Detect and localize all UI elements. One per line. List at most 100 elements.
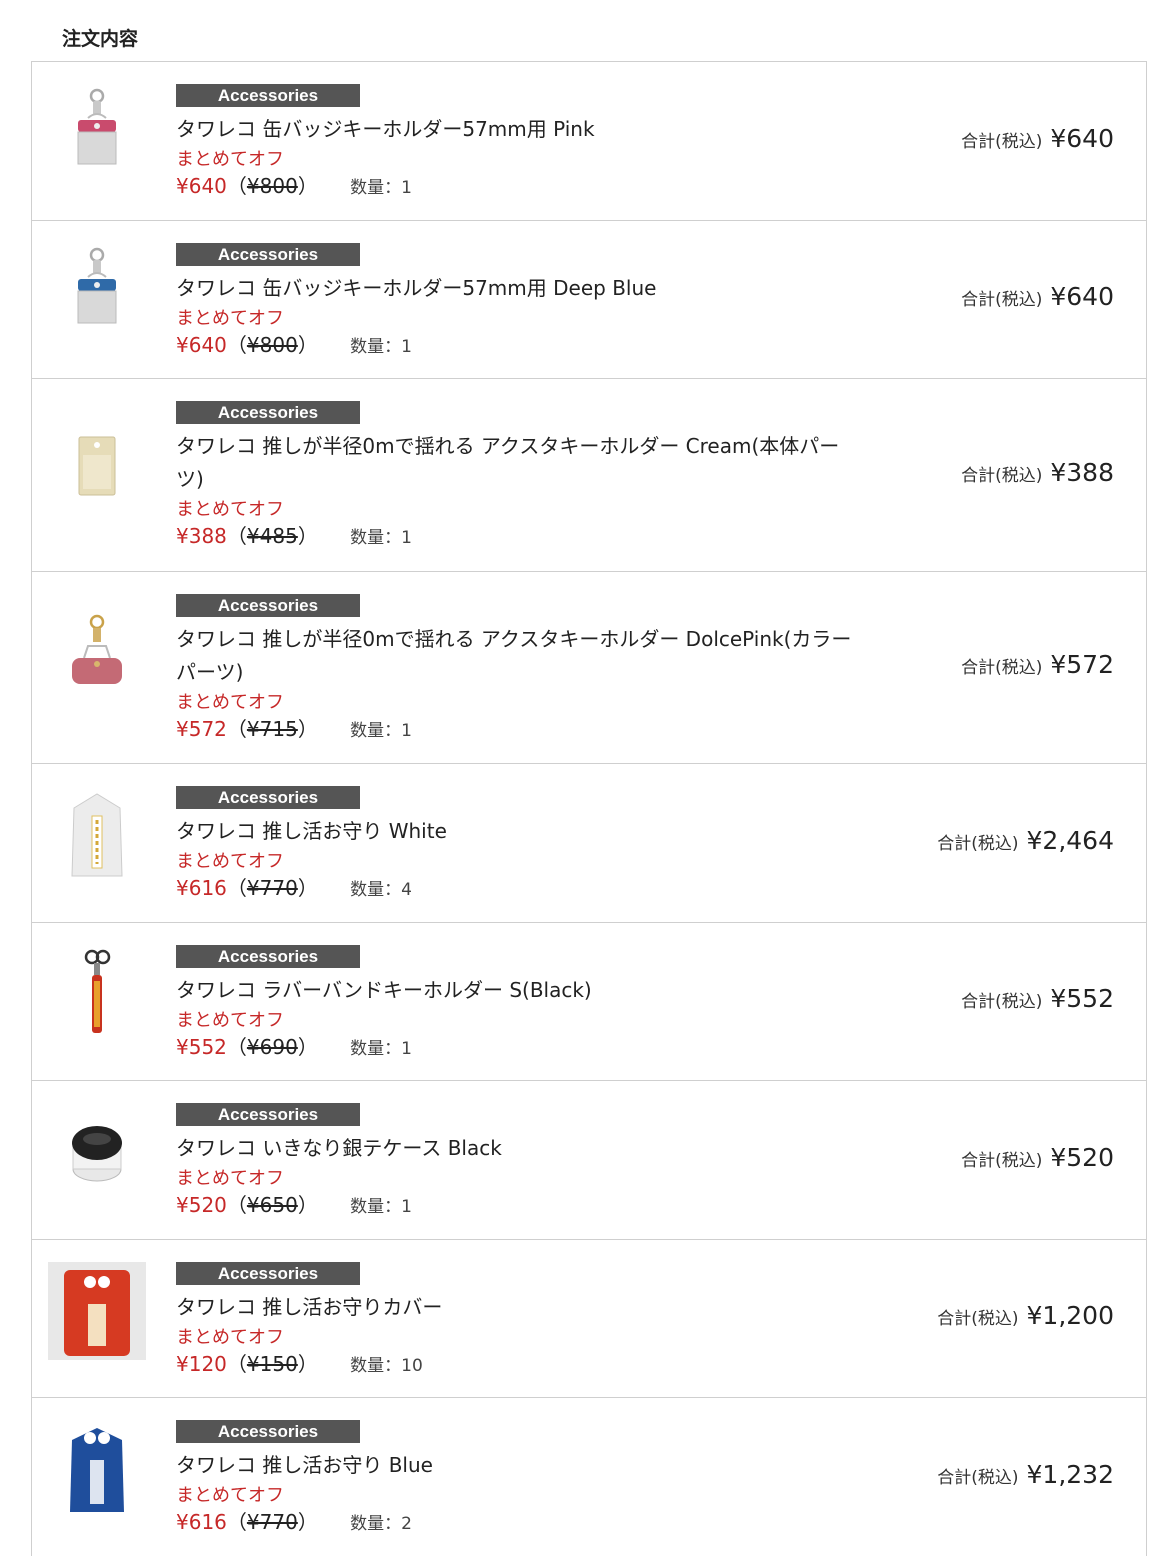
sale-price: ¥640 xyxy=(176,174,227,198)
product-thumbnail[interactable] xyxy=(48,1420,146,1518)
total-value: ¥1,232 xyxy=(1026,1460,1114,1489)
quantity-label: 数量： xyxy=(350,1514,402,1534)
quantity-value: 4 xyxy=(401,880,412,900)
total-value: ¥552 xyxy=(1050,984,1114,1013)
price-line: ¥640（¥800） 数量：1 xyxy=(176,173,866,201)
product-name-link[interactable]: タワレコ 缶バッジキーホルダー57mm用 Deep Blue xyxy=(176,272,866,305)
open-paren: （ xyxy=(226,1352,247,1376)
original-price: ¥770 xyxy=(246,1510,298,1534)
total-label: 合計(税込) xyxy=(937,1468,1019,1488)
product-thumbnail[interactable] xyxy=(48,786,146,884)
quantity-label: 数量： xyxy=(350,178,402,198)
item-total: 合計(税込) ¥572 xyxy=(961,650,1114,679)
product-name-link[interactable]: タワレコ 缶バッジキーホルダー57mm用 Pink xyxy=(176,113,866,146)
quantity: 数量：1 xyxy=(350,1197,412,1217)
price-line: ¥520（¥650） 数量：1 xyxy=(176,1192,866,1220)
product-thumbnail[interactable] xyxy=(48,243,146,341)
open-paren: （ xyxy=(226,1035,247,1059)
close-paren: ） xyxy=(297,876,318,900)
product-thumbnail[interactable] xyxy=(48,608,146,706)
original-price: ¥150 xyxy=(246,1352,298,1376)
discount-label: まとめてオフ xyxy=(176,1327,284,1348)
open-paren: （ xyxy=(226,333,247,357)
quantity-label: 数量： xyxy=(350,337,402,357)
total-label: 合計(税込) xyxy=(961,132,1043,152)
price-line: ¥552（¥690） 数量：1 xyxy=(176,1034,866,1062)
original-price: ¥715 xyxy=(246,717,298,741)
item-info: Accessories タワレコ 缶バッジキーホルダー57mm用 Pink まと… xyxy=(176,84,866,201)
total-label: 合計(税込) xyxy=(961,658,1043,678)
price-line: ¥616（¥770） 数量：4 xyxy=(176,875,866,903)
open-paren: （ xyxy=(226,1193,247,1217)
product-name-link[interactable]: タワレコ 推し活お守り Blue xyxy=(176,1449,866,1482)
item-total: 合計(税込) ¥552 xyxy=(961,984,1114,1013)
product-name-link[interactable]: タワレコ 推しが半径0mで揺れる アクスタキーホルダー DolcePink(カラ… xyxy=(176,623,866,689)
page-title: 注文内容 xyxy=(62,28,139,50)
total-label: 合計(税込) xyxy=(961,992,1043,1012)
quantity-value: 1 xyxy=(401,1197,412,1217)
price-line: ¥640（¥800） 数量：1 xyxy=(176,332,866,360)
original-price: ¥690 xyxy=(246,1035,298,1059)
sale-price: ¥552 xyxy=(176,1035,227,1059)
quantity-label: 数量： xyxy=(350,880,402,900)
sale-price: ¥616 xyxy=(176,876,227,900)
product-thumbnail[interactable] xyxy=(48,84,146,182)
quantity-value: 1 xyxy=(401,337,412,357)
product-name-link[interactable]: タワレコ いきなり銀テケース Black xyxy=(176,1132,866,1165)
total-label: 合計(税込) xyxy=(961,1151,1043,1171)
item-info: Accessories タワレコ ラバーバンドキーホルダー S(Black) ま… xyxy=(176,945,866,1062)
product-thumbnail[interactable] xyxy=(48,1262,146,1360)
product-thumbnail[interactable] xyxy=(48,1103,146,1201)
quantity: 数量：1 xyxy=(350,528,412,548)
product-name-link[interactable]: タワレコ ラバーバンドキーホルダー S(Black) xyxy=(176,974,866,1007)
item-info: Accessories タワレコ 推し活お守り Blue まとめてオフ ¥616… xyxy=(176,1420,866,1537)
quantity-label: 数量： xyxy=(350,1356,402,1376)
open-paren: （ xyxy=(226,524,247,548)
item-info: Accessories タワレコ 缶バッジキーホルダー57mm用 Deep Bl… xyxy=(176,243,866,360)
product-thumbnail[interactable] xyxy=(48,415,146,513)
sale-price: ¥120 xyxy=(176,1352,227,1376)
close-paren: ） xyxy=(297,1510,318,1534)
quantity-value: 2 xyxy=(401,1514,412,1534)
category-tag: Accessories xyxy=(176,1103,360,1126)
price-line: ¥120（¥150） 数量：10 xyxy=(176,1351,866,1379)
item-total: 合計(税込) ¥2,464 xyxy=(937,826,1114,855)
close-paren: ） xyxy=(297,717,318,741)
category-tag: Accessories xyxy=(176,243,360,266)
category-tag: Accessories xyxy=(176,945,360,968)
total-label: 合計(税込) xyxy=(937,1309,1019,1329)
price-line: ¥572（¥715） 数量：1 xyxy=(176,716,866,744)
open-paren: （ xyxy=(226,1510,247,1534)
order-item: Accessories タワレコ 缶バッジキーホルダー57mm用 Deep Bl… xyxy=(32,221,1146,379)
order-item-list: Accessories タワレコ 缶バッジキーホルダー57mm用 Pink まと… xyxy=(31,61,1147,1556)
quantity-value: 10 xyxy=(401,1356,423,1376)
total-value: ¥388 xyxy=(1050,458,1114,487)
category-tag: Accessories xyxy=(176,1420,360,1443)
close-paren: ） xyxy=(297,1352,318,1376)
item-total: 合計(税込) ¥520 xyxy=(961,1143,1114,1172)
product-name-link[interactable]: タワレコ 推し活お守りカバー xyxy=(176,1291,866,1324)
total-label: 合計(税込) xyxy=(937,834,1019,854)
product-name-link[interactable]: タワレコ 推しが半径0mで揺れる アクスタキーホルダー Cream(本体パーツ) xyxy=(176,430,866,496)
item-info: Accessories タワレコ 推しが半径0mで揺れる アクスタキーホルダー … xyxy=(176,401,866,551)
total-label: 合計(税込) xyxy=(961,466,1043,486)
price-line: ¥616（¥770） 数量：2 xyxy=(176,1509,866,1537)
close-paren: ） xyxy=(297,1035,318,1059)
order-item: Accessories タワレコ 推しが半径0mで揺れる アクスタキーホルダー … xyxy=(32,379,1146,572)
total-value: ¥2,464 xyxy=(1026,826,1114,855)
item-total: 合計(税込) ¥640 xyxy=(961,124,1114,153)
quantity-value: 1 xyxy=(401,178,412,198)
total-value: ¥640 xyxy=(1050,282,1114,311)
item-info: Accessories タワレコ いきなり銀テケース Black まとめてオフ … xyxy=(176,1103,866,1220)
discount-label: まとめてオフ xyxy=(176,308,284,329)
sale-price: ¥388 xyxy=(176,524,227,548)
total-value: ¥572 xyxy=(1050,650,1114,679)
product-name-link[interactable]: タワレコ 推し活お守り White xyxy=(176,815,866,848)
original-price: ¥800 xyxy=(246,333,298,357)
order-item: Accessories タワレコ 推し活お守りカバー まとめてオフ ¥120（¥… xyxy=(32,1240,1146,1398)
discount-label: まとめてオフ xyxy=(176,1485,284,1506)
item-total: 合計(税込) ¥1,200 xyxy=(937,1301,1114,1330)
product-thumbnail[interactable] xyxy=(48,945,146,1043)
discount-label: まとめてオフ xyxy=(176,851,284,872)
original-price: ¥650 xyxy=(246,1193,298,1217)
